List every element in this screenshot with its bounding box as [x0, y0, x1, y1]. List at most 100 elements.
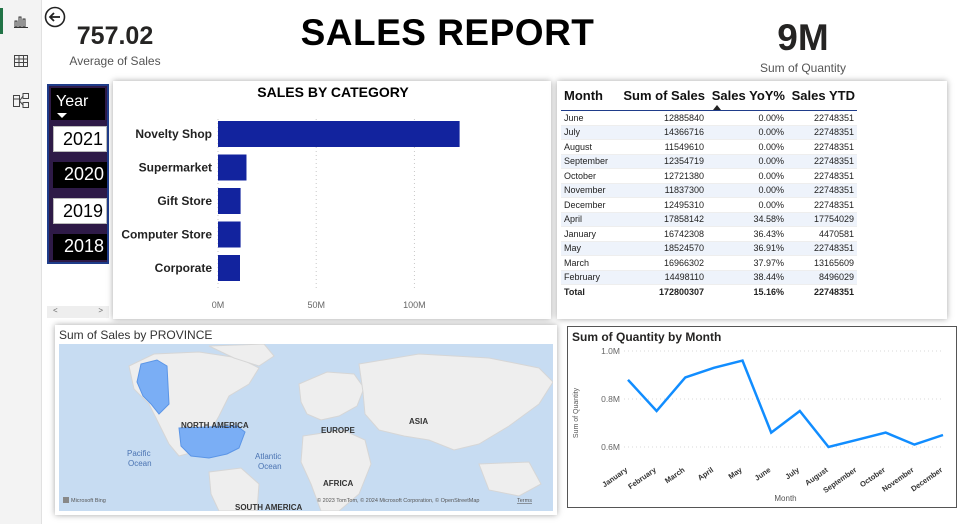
year-slicer: Year 2021 2020 2019 2018 [47, 84, 109, 264]
table-cell: 22748351 [787, 168, 857, 184]
table-cell: 11549610 [619, 139, 707, 155]
table-cell: 22748351 [787, 154, 857, 169]
table-cell: 22748351 [787, 125, 857, 140]
year-option-2018[interactable]: 2018 [53, 234, 107, 260]
slicer-scrollbar[interactable]: < > [47, 306, 109, 318]
table-cell: October [561, 168, 619, 184]
table-cell: April [561, 212, 619, 227]
table-row[interactable]: January 16742308 36.43% 4470581 [561, 226, 857, 242]
report-view-button[interactable] [0, 4, 42, 38]
scroll-left-icon[interactable]: < [53, 306, 58, 318]
table-cell: 0.00% [707, 154, 787, 169]
bing-logo: Microsoft Bing [71, 498, 106, 504]
table-row[interactable]: November 11837300 0.00% 22748351 [561, 183, 857, 198]
table-cell: May [561, 241, 619, 256]
sales-matrix-table[interactable]: Month Sum of Sales Sales YoY% Sales YTD … [557, 81, 947, 319]
column-sales-ytd[interactable]: Sales YTD [787, 85, 857, 111]
year-option-2019[interactable]: 2019 [53, 198, 107, 224]
table-cell: September [561, 154, 619, 169]
table-total-row: Total 172800307 15.16% 22748351 [561, 284, 857, 299]
data-point[interactable] [883, 430, 888, 435]
x-tick-label: 0M [212, 300, 225, 310]
y-tick-label: 0.6M [601, 442, 620, 452]
year-option-2020[interactable]: 2020 [53, 162, 107, 188]
table-row[interactable]: August 11549610 0.00% 22748351 [561, 139, 857, 155]
scroll-right-icon[interactable]: > [98, 306, 103, 318]
table-cell: 34.58% [707, 212, 787, 227]
table-cell: 12495310 [619, 197, 707, 213]
table-row[interactable]: September 12354719 0.00% 22748351 [561, 154, 857, 169]
x-tick-label: January [600, 465, 629, 489]
data-point[interactable] [769, 430, 774, 435]
data-point[interactable] [740, 358, 745, 363]
table-view-button[interactable] [0, 44, 42, 78]
table-cell: 14498110 [619, 270, 707, 285]
table-cell: 14366716 [619, 125, 707, 140]
table-cell: 36.43% [707, 226, 787, 242]
data-point[interactable] [654, 409, 659, 414]
sales-by-province-map[interactable]: Sum of Sales by PROVINCE NORTH AMERICA S… [55, 325, 557, 515]
column-month[interactable]: Month [561, 85, 619, 111]
table-row[interactable]: February 14498110 38.44% 8496029 [561, 270, 857, 285]
map-copyright: © 2023 TomTom, © 2024 Microsoft Corporat… [317, 497, 479, 504]
report-app: 757.02 Average of Sales SALES REPORT 9M … [0, 0, 965, 524]
data-point[interactable] [797, 409, 802, 414]
sales-by-category-chart[interactable]: SALES BY CATEGORY 0M 50M 100M Novelty Shop S… [113, 81, 551, 319]
table-row[interactable]: July 14366716 0.00% 22748351 [561, 125, 857, 140]
quantity-by-month-chart[interactable]: Sum of Quantity by Month 0.6M 0.8M 1.0M Jan… [567, 326, 957, 508]
map-terms-link[interactable]: Terms [517, 498, 532, 504]
label-pacific: Pacific [127, 449, 151, 458]
average-sales-value: 757.02 [76, 22, 154, 50]
bar[interactable] [218, 255, 240, 281]
year-option-2021[interactable]: 2021 [53, 126, 107, 152]
label-europe: EUROPE [321, 426, 355, 435]
x-tick-label: July [784, 465, 802, 481]
total-cell: 15.16% [707, 284, 787, 299]
table-cell: 0.00% [707, 197, 787, 213]
table-row[interactable]: December 12495310 0.00% 22748351 [561, 197, 857, 213]
year-slicer-header[interactable]: Year [51, 88, 105, 120]
column-sales-yoy[interactable]: Sales YoY% [707, 85, 787, 111]
data-point[interactable] [626, 377, 631, 382]
x-tick-label: March [663, 465, 687, 485]
table-cell: June [561, 110, 619, 126]
column-sum-of-sales[interactable]: Sum of Sales [619, 85, 707, 111]
table-cell: 4470581 [787, 226, 857, 242]
table-cell: 22748351 [787, 183, 857, 198]
table-cell: February [561, 270, 619, 285]
table-cell: July [561, 125, 619, 140]
page-title: SALES REPORT [300, 12, 595, 53]
data-point[interactable] [826, 445, 831, 450]
total-cell: 22748351 [787, 284, 857, 299]
data-point[interactable] [855, 437, 860, 442]
table-row[interactable]: June 12885840 0.00% 22748351 [561, 110, 857, 126]
category-label: Novelty Shop [135, 127, 212, 141]
table-row[interactable]: October 12721380 0.00% 22748351 [561, 168, 857, 184]
table-cell: 36.91% [707, 241, 787, 256]
world-map[interactable]: NORTH AMERICA SOUTH AMERICA EUROPE ASIA … [59, 344, 553, 511]
category-label: Computer Store [121, 228, 212, 242]
x-tick-label: June [753, 465, 773, 482]
table-row[interactable]: April 17858142 34.58% 17754029 [561, 212, 857, 227]
bar[interactable] [218, 154, 247, 181]
label-africa: AFRICA [323, 479, 353, 488]
table-header-row: Month Sum of Sales Sales YoY% Sales YTD [561, 85, 857, 111]
data-point[interactable] [683, 375, 688, 380]
data-point[interactable] [711, 365, 716, 370]
data-point[interactable] [912, 442, 917, 447]
table-cell: 12354719 [619, 154, 707, 169]
label-atlantic-ocean: Ocean [258, 462, 282, 471]
table-cell: 38.44% [707, 270, 787, 285]
bar[interactable] [218, 121, 460, 147]
table-cell: 0.00% [707, 168, 787, 184]
label-atlantic: Atlantic [255, 452, 281, 461]
x-tick-label: February [626, 465, 658, 491]
table-row[interactable]: May 18524570 36.91% 22748351 [561, 241, 857, 256]
model-view-button[interactable] [0, 84, 42, 118]
table-cell: 18524570 [619, 241, 707, 256]
year-slicer-title: Year [56, 93, 89, 110]
bar[interactable] [218, 188, 241, 214]
bar[interactable] [218, 221, 241, 248]
data-point[interactable] [941, 433, 946, 438]
table-row[interactable]: March 16966302 37.97% 13165609 [561, 255, 857, 271]
